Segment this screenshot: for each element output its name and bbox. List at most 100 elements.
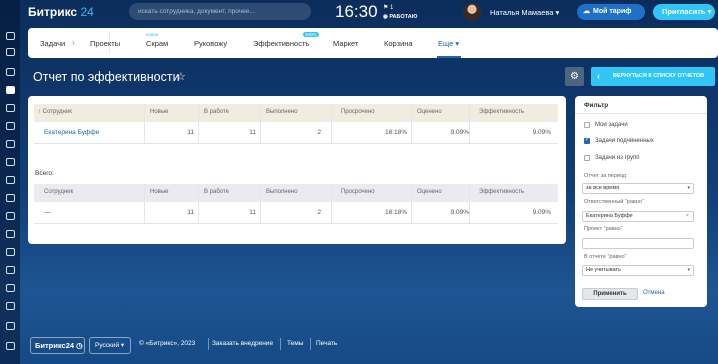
responsible-value: Екатерина Буффе <box>586 213 633 219</box>
tab-more-label: Еще <box>438 39 454 48</box>
period-value: за все время <box>586 185 620 191</box>
report-panel: ↑ Сотрудник Новые В работе Выполнено Про… <box>28 96 566 244</box>
total-overdue: 18.18% <box>384 209 407 216</box>
col-in-work[interactable]: В работе <box>204 109 229 115</box>
page-title: Отчет по эффективности <box>33 70 180 84</box>
tasks-icon[interactable] <box>6 86 15 94</box>
footer-divider <box>310 338 311 350</box>
calendar-icon[interactable] <box>6 104 15 112</box>
settings-icon[interactable] <box>6 342 15 350</box>
sign-icon[interactable] <box>6 194 15 202</box>
back-label: ВЕРНУТЬСЯ К СПИСКУ ОТЧЕТОВ <box>613 73 705 79</box>
tab-trash[interactable]: Корзина <box>384 39 413 48</box>
chevron-down-icon: ▾ <box>687 267 690 273</box>
col-new[interactable]: Новые <box>150 109 169 115</box>
period-label: Отчет за период <box>584 173 627 179</box>
col-employee: Сотрудник <box>44 189 74 195</box>
project-field[interactable] <box>582 238 694 249</box>
shop-icon[interactable] <box>6 266 15 274</box>
gear-icon[interactable]: ⚙ <box>565 67 584 86</box>
avatar[interactable] <box>463 3 481 21</box>
col-efficiency[interactable]: Эффективность <box>479 109 524 115</box>
column-divider <box>144 104 145 144</box>
period-select[interactable]: за все время ▾ <box>582 183 694 194</box>
documents-icon[interactable] <box>6 122 15 130</box>
col-efficiency: Эффективность <box>479 189 525 195</box>
tab-manage[interactable]: Руковожу <box>194 39 227 48</box>
total-done: 2 <box>317 209 321 216</box>
col-new: Новые <box>150 189 169 195</box>
subordinate-tasks-checkbox[interactable] <box>584 137 590 144</box>
col-rated[interactable]: Оценено <box>417 109 442 115</box>
report-select[interactable]: Не учитывать ▾ <box>582 265 694 276</box>
bank-icon[interactable] <box>6 230 15 238</box>
footer-divider <box>208 338 209 350</box>
invite-button[interactable]: Пригласить ▾ <box>653 4 715 20</box>
employee-link[interactable]: Екатерина Буффе <box>44 129 99 136</box>
copyright: © «Битрикс», 2023 <box>139 340 196 347</box>
total-employee: — <box>44 209 51 216</box>
drive-icon[interactable] <box>6 140 15 148</box>
automation-icon[interactable] <box>6 284 15 292</box>
col-employee[interactable]: ↑ Сотрудник <box>38 109 72 115</box>
print-link[interactable]: Печать <box>316 340 337 347</box>
tab-tasks[interactable]: Задачи <box>40 39 65 48</box>
chevron-down-icon: ▾ <box>555 8 560 17</box>
layers-icon[interactable] <box>6 322 15 330</box>
group-tasks-checkbox[interactable] <box>584 155 590 161</box>
tab-projects[interactable]: Проекты <box>90 39 120 48</box>
employees-icon[interactable] <box>6 176 15 184</box>
work-status[interactable]: ◉ РАБОТАЮ <box>383 14 417 20</box>
column-divider <box>411 184 412 224</box>
my-tasks-label[interactable]: Мои задачи <box>595 122 628 128</box>
tasks-tabs: Задачи › Проекты Скрам новое Руковожу Эфф… <box>28 28 718 58</box>
my-tasks-checkbox[interactable] <box>584 122 590 128</box>
filter-panel: Фильтр Мои задачи Задачи подчиненных Зад… <box>575 96 707 307</box>
search-input[interactable]: искать сотрудника, документ, прочее... <box>129 3 311 20</box>
col-done: Выполнено <box>266 189 298 195</box>
tab-scrum[interactable]: Скрам новое <box>146 32 168 48</box>
col-in-work: В работе <box>204 189 230 195</box>
target-icon[interactable] <box>6 248 15 256</box>
bitrix-logo[interactable]: Битрикс 24 <box>28 5 94 19</box>
responsible-label: Ответственный "равно" <box>584 199 644 205</box>
language-select[interactable]: Русский ▾ <box>89 337 131 354</box>
invite-label: Пригласить <box>662 7 706 16</box>
user-menu[interactable]: Наталья Мамаева ▾ <box>490 8 559 17</box>
tab-efficiency[interactable]: Эффективность 100% <box>253 32 319 48</box>
rated-value: 9.09% <box>450 129 469 136</box>
mail-icon[interactable] <box>6 158 15 166</box>
back-to-reports-button[interactable]: ‹ ВЕРНУТЬСЯ К СПИСКУ ОТЧЕТОВ <box>591 67 715 86</box>
language-value: Русский <box>95 342 120 349</box>
apply-button[interactable]: Применить <box>582 288 638 300</box>
responsible-field[interactable]: Екатерина Буффе × <box>582 211 694 222</box>
order-link[interactable]: Заказать внедрение <box>212 340 273 347</box>
tab-market[interactable]: Маркет <box>333 39 358 48</box>
star-icon[interactable]: ☆ <box>176 70 186 83</box>
footer-logo: Битрикс24 ◷ <box>30 337 85 354</box>
flag-counter[interactable]: ⚑ 1 <box>383 4 393 11</box>
column-divider <box>411 104 412 144</box>
tab-more[interactable]: Еще ▾ <box>436 39 462 58</box>
clear-icon[interactable]: × <box>686 212 689 221</box>
group-tasks-label[interactable]: Задачи из групп <box>595 155 640 161</box>
col-done[interactable]: Выполнено <box>266 109 298 115</box>
subordinate-tasks-label[interactable]: Задачи подчиненных <box>595 138 654 144</box>
menu-icon[interactable] <box>6 32 15 40</box>
flag-count: 1 <box>390 5 394 11</box>
chat-icon[interactable] <box>6 68 15 76</box>
themes-link[interactable]: Темы <box>287 340 303 347</box>
feed-icon[interactable] <box>6 48 15 56</box>
tariff-button[interactable]: ☁ Мой тариф <box>577 4 645 20</box>
filter-icon[interactable] <box>6 212 15 220</box>
robot-icon[interactable] <box>6 302 15 310</box>
tariff-label: Мой тариф <box>593 8 632 15</box>
tab-efficiency-label: Эффективность <box>253 39 310 48</box>
filter-divider <box>575 113 707 114</box>
chevron-left-icon: ‹ <box>597 71 600 81</box>
clock[interactable]: 16:30 <box>335 2 378 22</box>
cloud-icon: ☁ <box>583 8 590 15</box>
table-row: Екатерина Буффе 11 11 2 18.18% 9.09% 9.0… <box>34 122 558 144</box>
col-overdue[interactable]: Просрочено <box>341 109 375 115</box>
cancel-link[interactable]: Отмена <box>643 290 665 296</box>
